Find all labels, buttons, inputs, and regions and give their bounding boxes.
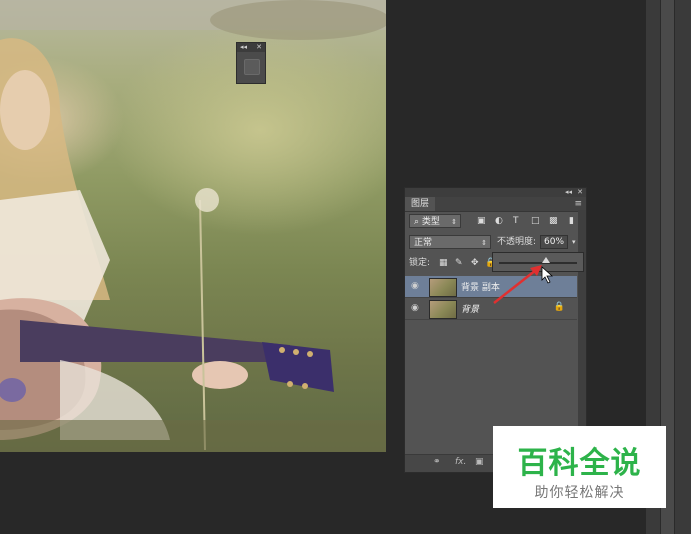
lock-image-pixels-icon[interactable]: ✎ bbox=[455, 256, 463, 270]
visibility-eye-icon[interactable]: ◉ bbox=[411, 281, 419, 291]
chevron-updown-icon: ⇕ bbox=[481, 239, 487, 247]
fx-icon[interactable]: fx. bbox=[455, 457, 466, 467]
layer-lock-icon: 🔒 bbox=[553, 302, 565, 312]
type-filter-icon[interactable]: T bbox=[513, 214, 519, 228]
shape-filter-icon[interactable]: □ bbox=[531, 214, 540, 228]
mini-floating-panel[interactable]: ◂◂ ✕ bbox=[236, 42, 266, 84]
lock-transparent-pixels-icon[interactable]: ▦ bbox=[439, 256, 448, 270]
panel-menu-icon[interactable]: ≡ bbox=[574, 199, 582, 209]
smart-object-filter-icon[interactable]: ▩ bbox=[549, 214, 558, 228]
layers-panel-titlebar[interactable]: ◂◂ ✕ bbox=[405, 188, 586, 197]
opacity-input[interactable]: 60% bbox=[540, 235, 568, 249]
layer-thumbnail bbox=[429, 300, 457, 319]
panel-tab-bar: 图层 ≡ bbox=[405, 197, 586, 212]
link-icon[interactable]: ⚭ bbox=[433, 457, 441, 467]
canvas-photo[interactable] bbox=[0, 0, 386, 452]
blend-opacity-row: 正常 ⇕ 不透明度: 60% ▾ bbox=[405, 235, 577, 249]
image-filter-icon[interactable]: ▣ bbox=[477, 214, 486, 228]
lock-position-icon[interactable]: ✥ bbox=[471, 256, 479, 270]
layer-name[interactable]: 背景 bbox=[461, 302, 479, 315]
photo-illustration bbox=[0, 0, 386, 452]
tab-layers[interactable]: 图层 bbox=[405, 197, 435, 211]
search-icon: ⌕ bbox=[414, 217, 420, 227]
close-panel-button[interactable]: ✕ bbox=[577, 188, 583, 197]
history-icon[interactable] bbox=[244, 59, 260, 75]
adjustment-filter-icon[interactable]: ◐ bbox=[495, 214, 503, 228]
opacity-label: 不透明度: bbox=[497, 237, 537, 247]
mask-icon[interactable]: ▣ bbox=[475, 457, 484, 467]
filter-toggle-icon[interactable]: ▮ bbox=[569, 214, 574, 228]
mini-panel-close-button[interactable]: ✕ bbox=[256, 43, 262, 52]
watermark-subtitle: 助你轻松解决 bbox=[534, 485, 625, 501]
mouse-cursor-icon bbox=[541, 266, 554, 284]
collapse-panel-button[interactable]: ◂◂ bbox=[565, 188, 572, 197]
filter-type-dropdown[interactable]: ⌕ 类型 ⇕ bbox=[409, 214, 461, 228]
chevron-updown-icon: ⇕ bbox=[451, 218, 457, 226]
lock-label: 锁定: bbox=[409, 258, 431, 268]
watermark-logo: 百科全说 助你轻松解决 bbox=[493, 426, 666, 508]
mini-panel-titlebar[interactable]: ◂◂ ✕ bbox=[237, 43, 265, 52]
visibility-eye-icon[interactable]: ◉ bbox=[411, 303, 419, 313]
filter-row: ⌕ 类型 ⇕ ▣ ◐ T □ ▩ ▮ bbox=[405, 214, 577, 228]
blend-mode-value: 正常 bbox=[414, 238, 433, 248]
layer-thumbnail bbox=[429, 278, 457, 297]
mini-panel-collapse-button[interactable]: ◂◂ bbox=[240, 43, 247, 52]
filter-type-label: 类型 bbox=[421, 217, 440, 227]
opacity-dropdown-chevron-icon[interactable]: ▾ bbox=[572, 235, 576, 249]
blend-mode-dropdown[interactable]: 正常 ⇕ bbox=[409, 235, 491, 249]
watermark-title: 百科全说 bbox=[517, 446, 642, 481]
